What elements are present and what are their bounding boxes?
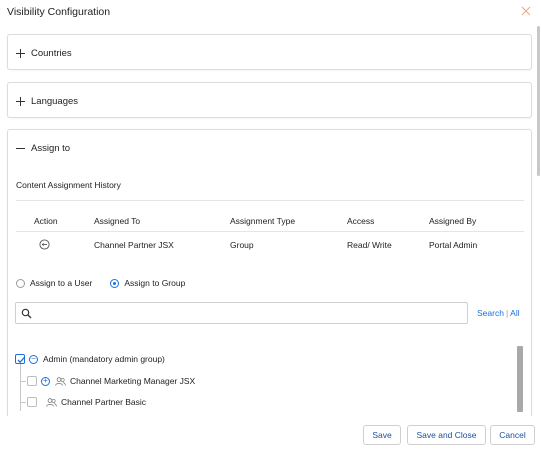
- countries-panel[interactable]: Countries: [7, 34, 532, 70]
- countries-label: Countries: [31, 47, 72, 59]
- assign-to-header[interactable]: Assign to: [16, 141, 70, 155]
- cell-assigned-to: Channel Partner JSX: [94, 240, 174, 250]
- dialog-scrollbar[interactable]: [537, 26, 540, 176]
- tree-item-label: Channel Partner Basic: [61, 397, 147, 407]
- table-row: Channel Partner JSX Group Read/ Write Po…: [16, 232, 524, 260]
- all-link[interactable]: All: [510, 308, 519, 318]
- countries-header[interactable]: Countries: [16, 46, 72, 60]
- assign-user-radio[interactable]: [16, 278, 25, 288]
- languages-panel[interactable]: Languages: [7, 82, 532, 118]
- close-icon[interactable]: [520, 5, 532, 17]
- cell-access: Read/ Write: [347, 240, 392, 250]
- tree-checkbox[interactable]: [15, 354, 25, 364]
- column-header-assignment-type: Assignment Type: [230, 216, 296, 226]
- tree-guide-line: [20, 359, 21, 411]
- group-tree: − Admin (mandatory admin group) + Channe…: [15, 346, 525, 412]
- history-title: Content Assignment History: [16, 180, 121, 190]
- cell-assignment-type: Group: [230, 240, 254, 250]
- assign-group-label: Assign to Group: [124, 278, 186, 288]
- assign-user-option[interactable]: Assign to a User: [16, 278, 92, 288]
- search-links: Search | All: [477, 308, 520, 318]
- cancel-button[interactable]: Cancel: [490, 425, 535, 445]
- assign-group-option[interactable]: Assign to Group: [110, 278, 185, 288]
- tree-checkbox[interactable]: [27, 376, 37, 386]
- search-input[interactable]: [15, 302, 468, 324]
- dialog-title: Visibility Configuration: [7, 6, 111, 18]
- dialog-body: Countries Languages Assign to Content As…: [0, 26, 541, 416]
- column-header-access: Access: [347, 216, 375, 226]
- check-icon: [17, 357, 25, 364]
- tree-guide-line: [20, 402, 26, 403]
- tree-item[interactable]: Channel Partner Basic: [27, 395, 146, 409]
- expand-node-icon[interactable]: +: [41, 376, 50, 386]
- assign-to-label: Assign to: [31, 142, 71, 154]
- history-table: Action Assigned To Assignment Type Acces…: [16, 200, 524, 266]
- dialog-titlebar: Visibility Configuration: [0, 0, 541, 26]
- save-button[interactable]: Save: [363, 425, 401, 445]
- assign-mode-group: Assign to a User Assign to Group: [16, 278, 185, 288]
- languages-header[interactable]: Languages: [16, 94, 78, 108]
- tree-guide-line: [20, 381, 26, 382]
- group-icon: [55, 376, 66, 386]
- tree-scrollbar[interactable]: [517, 346, 523, 412]
- languages-label: Languages: [31, 95, 79, 107]
- tree-item-label: Admin (mandatory admin group): [43, 354, 165, 364]
- tree-item-label: Channel Marketing Manager JSX: [70, 376, 196, 386]
- cell-assigned-by: Portal Admin: [429, 240, 478, 250]
- column-header-action: Action: [34, 216, 58, 226]
- assign-group-radio[interactable]: [110, 278, 120, 288]
- group-icon: [46, 397, 57, 407]
- expand-plus-icon: [16, 48, 25, 58]
- save-and-close-button[interactable]: Save and Close: [407, 425, 486, 445]
- tree-item[interactable]: − Admin (mandatory admin group): [15, 352, 165, 366]
- column-header-assigned-by: Assigned By: [429, 216, 477, 226]
- tree-item[interactable]: + Channel Marketing Manager JSX: [27, 374, 195, 388]
- remove-circle-icon[interactable]: [39, 239, 50, 250]
- search-icon: [21, 308, 32, 319]
- column-header-assigned-to: Assigned To: [94, 216, 141, 226]
- search-separator: |: [505, 308, 509, 318]
- dialog-footer: Save Save and Close Cancel: [0, 416, 541, 450]
- expand-plus-icon: [16, 96, 25, 106]
- collapse-minus-icon: [16, 144, 25, 153]
- collapse-node-icon[interactable]: −: [29, 354, 38, 364]
- search-link[interactable]: Search: [477, 308, 504, 318]
- tree-checkbox[interactable]: [27, 397, 37, 407]
- table-header-row: Action Assigned To Assignment Type Acces…: [16, 200, 524, 232]
- assign-user-label: Assign to a User: [30, 278, 93, 288]
